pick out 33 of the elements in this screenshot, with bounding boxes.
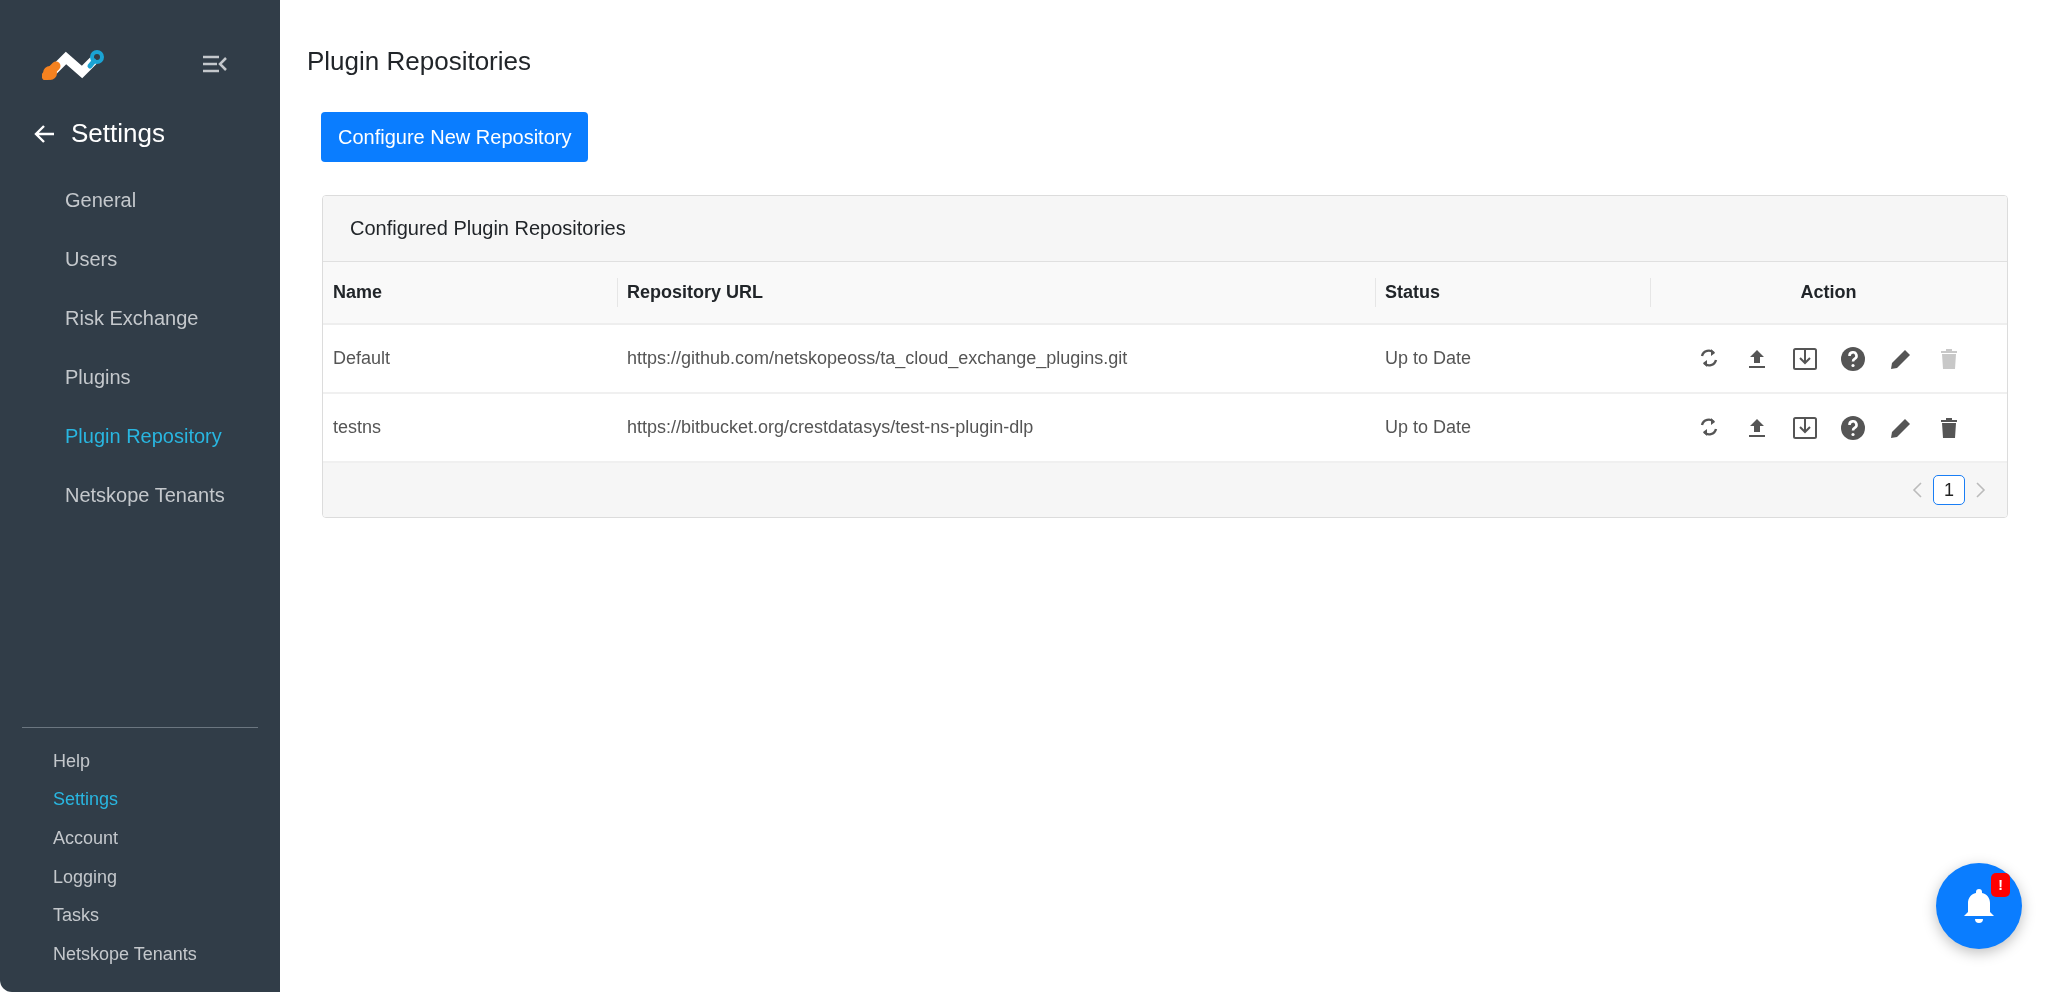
sidebar-link[interactable]: Netskope Tenants (0, 935, 197, 974)
page-title: Plugin Repositories (307, 46, 532, 77)
sidebar-link[interactable]: Settings (0, 780, 119, 820)
collapse-menu-icon[interactable] (202, 54, 228, 74)
sidebar-item[interactable]: Netskope Tenants (0, 466, 225, 525)
bell-icon (1962, 887, 1996, 925)
configure-repository-button[interactable]: Configure New Repository (321, 112, 589, 162)
alert-badge: ! (1991, 873, 2010, 897)
help-icon[interactable] (1839, 414, 1866, 441)
sidebar-item[interactable]: Plugin Repository (0, 407, 222, 466)
download-box-icon[interactable] (1791, 345, 1818, 372)
column-header: Action (1650, 262, 2007, 324)
sidebar-item[interactable]: General (0, 171, 137, 230)
column-header: Repository URL (617, 262, 1375, 324)
sidebar-link[interactable]: Help (0, 741, 91, 781)
logo-icon[interactable] (42, 48, 106, 80)
table-cell: Up to Date (1375, 324, 1650, 393)
settings-heading: Settings (71, 118, 165, 149)
help-icon[interactable] (1839, 345, 1866, 372)
column-header: Status (1375, 262, 1650, 324)
sidebar-link[interactable]: Tasks (0, 896, 99, 936)
sidebar-item[interactable]: Risk Exchange (0, 289, 199, 348)
notifications-button[interactable]: ! (1936, 863, 2022, 949)
sidebar-link[interactable]: Account (0, 819, 119, 858)
download-box-icon[interactable] (1791, 414, 1818, 441)
sidebar-link[interactable]: Logging (0, 857, 118, 897)
table-cell: https://github.com/netskopeoss/ta_cloud_exchange_plugins.git (617, 324, 1375, 393)
card-title: Configured Plugin Repositories (350, 217, 626, 240)
page-button[interactable]: 1 (1933, 475, 1965, 505)
sidebar-item[interactable]: Users (0, 230, 118, 289)
table-cell: Default (323, 324, 617, 393)
sidebar-item[interactable]: Plugins (0, 348, 131, 407)
column-header: Name (323, 262, 617, 324)
